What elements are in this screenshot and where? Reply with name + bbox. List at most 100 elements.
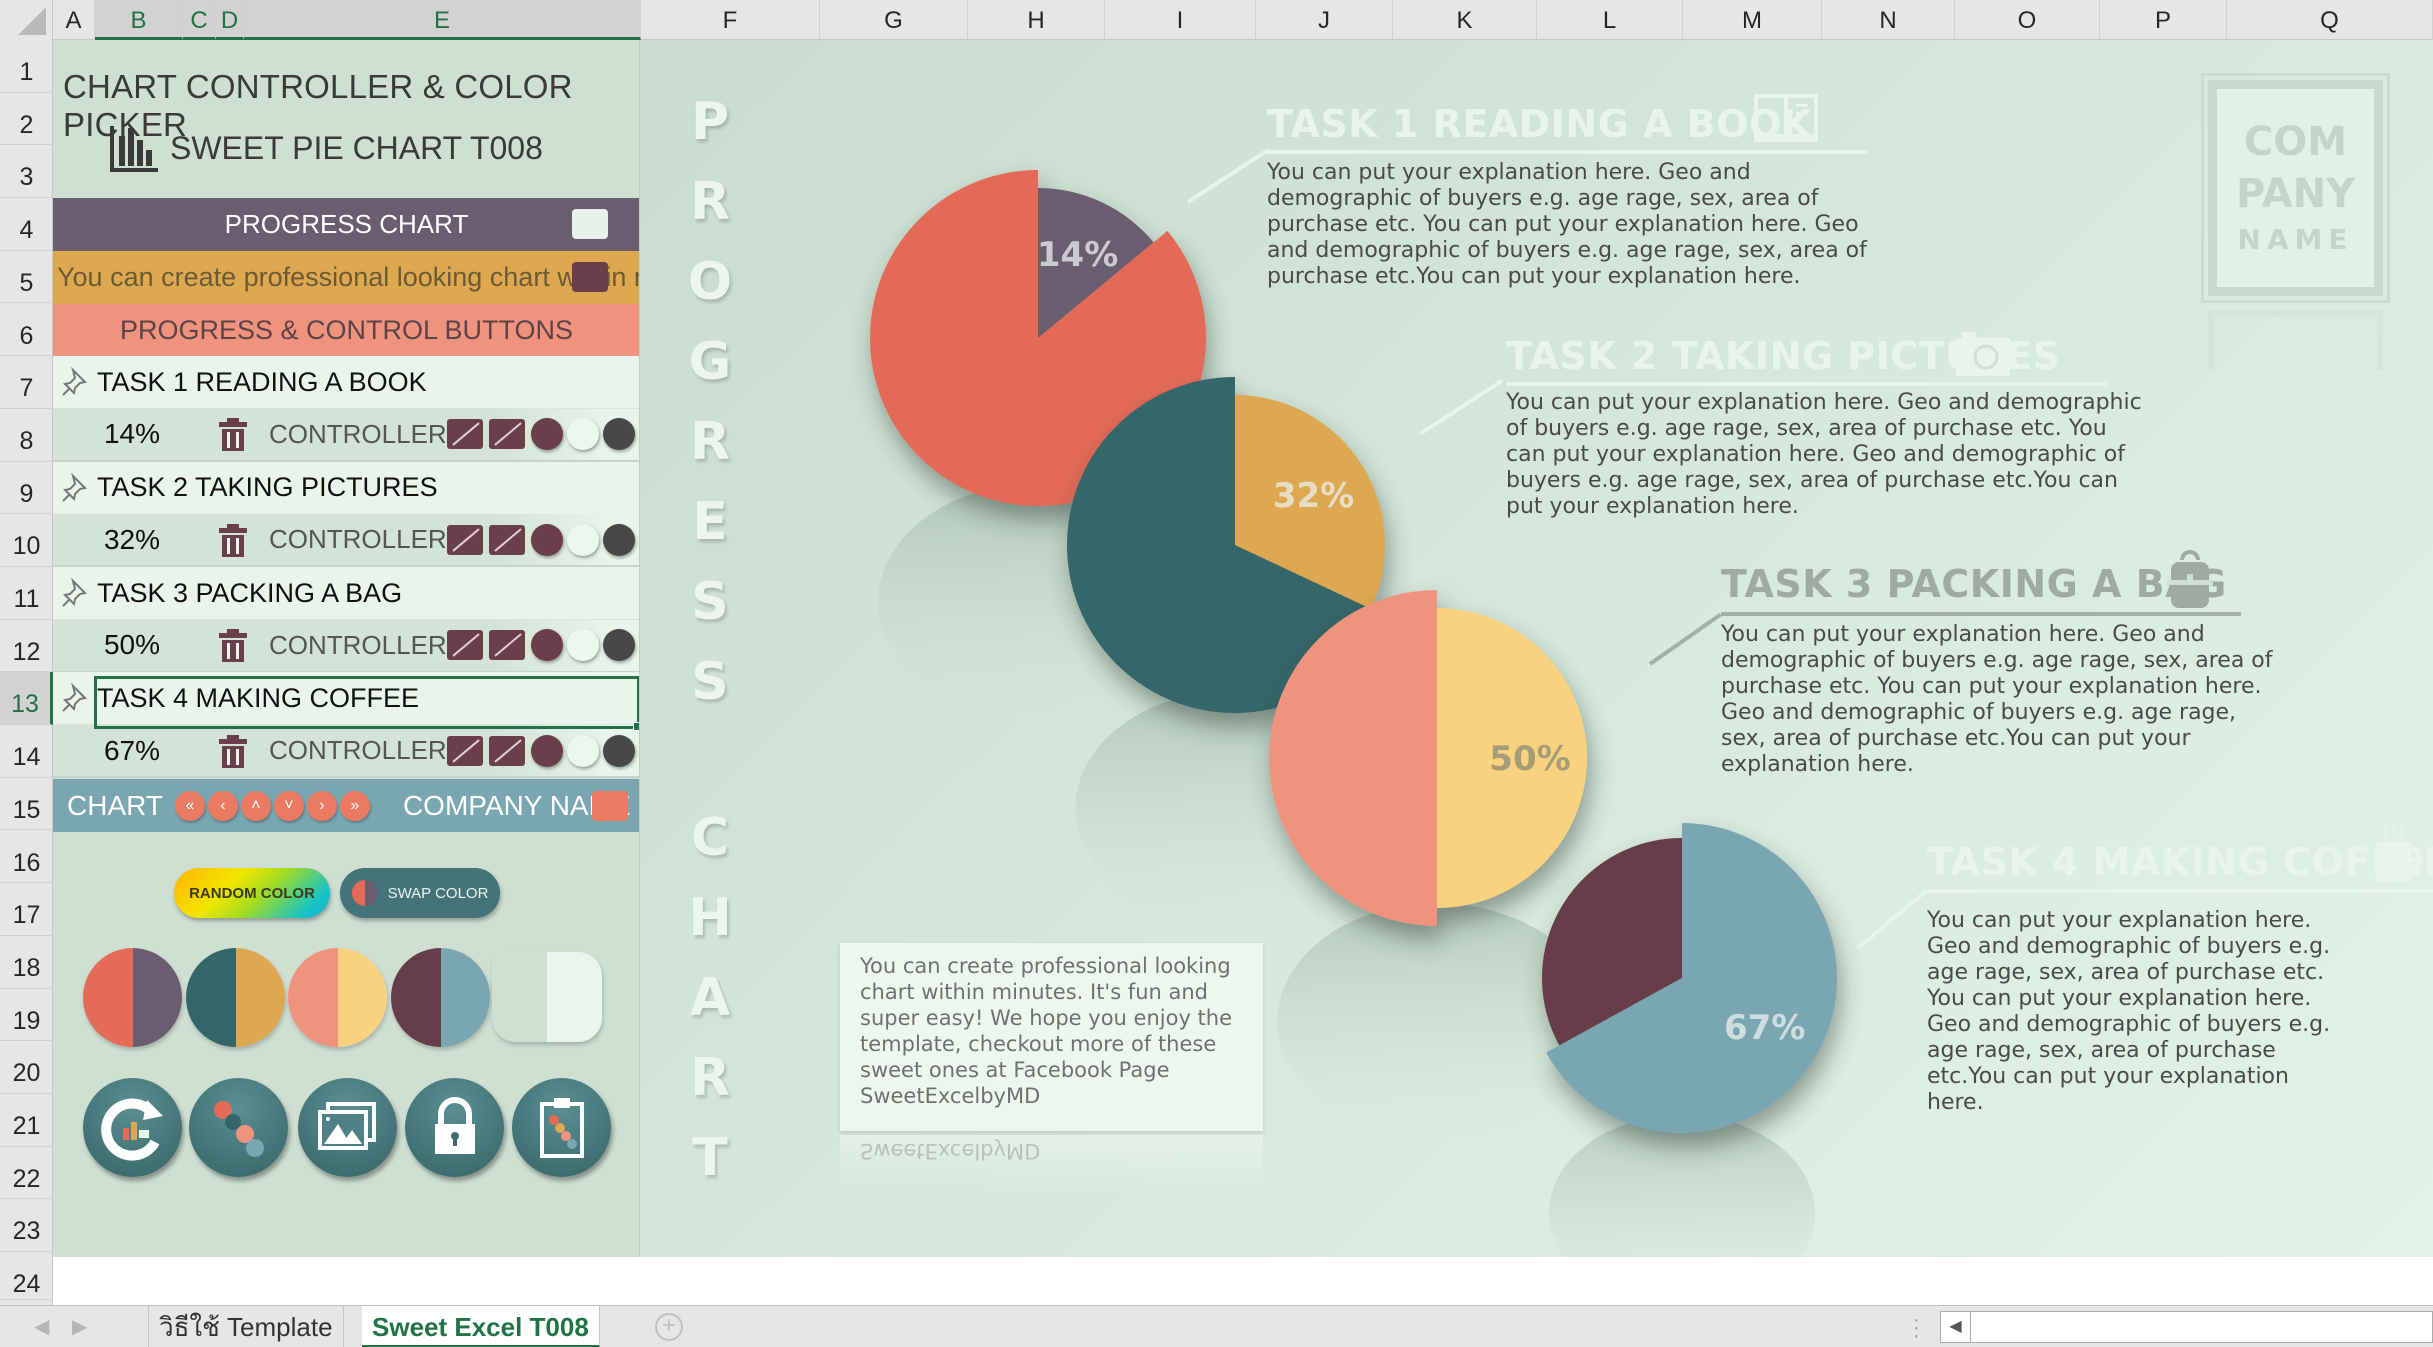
column-header-H[interactable]: H	[968, 0, 1105, 40]
trash-icon[interactable]	[215, 416, 251, 452]
edit-info-button[interactable]	[531, 629, 563, 662]
row-header-15[interactable]: 15	[0, 778, 53, 831]
pie-chart-4[interactable]	[1542, 823, 1838, 1133]
horizontal-scrollbar[interactable]: ◀	[1940, 1311, 2433, 1343]
swatch-right-color[interactable]	[547, 952, 602, 1042]
edit-comment-button[interactable]	[489, 735, 525, 766]
worksheet-grid[interactable]: CHART CONTROLLER & COLOR PICKER SWEET PI…	[53, 40, 2433, 1305]
row-header-13[interactable]: 13	[0, 672, 53, 726]
first-chart-button[interactable]: «	[174, 790, 205, 821]
task-name-row[interactable]: TASK 3 PACKING A BAG	[53, 567, 639, 620]
scroll-tabs-right-icon[interactable]: ▶	[72, 1314, 87, 1339]
edit-title-icon[interactable]	[572, 209, 608, 239]
color-swatch[interactable]	[492, 952, 602, 1042]
task-percent-cell[interactable]: 32%	[53, 524, 211, 556]
column-header-E[interactable]: E	[244, 0, 641, 40]
row-header-6[interactable]: 6	[0, 304, 53, 357]
refresh-chart-button[interactable]	[83, 1078, 182, 1177]
swatch-left-color[interactable]	[391, 948, 441, 1047]
edit-label-button[interactable]	[447, 419, 483, 450]
light-style-button[interactable]	[567, 734, 599, 767]
row-header-7[interactable]: 7	[0, 356, 53, 409]
column-header-Q[interactable]: Q	[2227, 0, 2433, 40]
dark-style-button[interactable]	[603, 418, 635, 451]
move-up-button[interactable]: ˄	[240, 790, 271, 821]
tab-split-handle[interactable]: · · ·	[1913, 1310, 1920, 1346]
row-header-16[interactable]: 16	[0, 831, 53, 884]
column-header-M[interactable]: M	[1683, 0, 1822, 40]
color-swatch[interactable]	[391, 948, 490, 1047]
sheet-tab-sweet-excel[interactable]: Sweet Excel T008	[362, 1306, 600, 1347]
row-header-19[interactable]: 19	[0, 989, 53, 1042]
column-header-J[interactable]: J	[1256, 0, 1393, 40]
row-header-3[interactable]: 3	[0, 145, 53, 199]
row-header-11[interactable]: 11	[0, 567, 53, 620]
light-style-button[interactable]	[567, 629, 599, 662]
dark-style-button[interactable]	[603, 523, 635, 556]
next-chart-button[interactable]: ›	[306, 790, 337, 821]
color-swatch[interactable]	[288, 948, 387, 1047]
export-picture-button[interactable]	[298, 1078, 397, 1177]
column-header-P[interactable]: P	[2100, 0, 2227, 40]
column-header-K[interactable]: K	[1393, 0, 1537, 40]
row-header-4[interactable]: 4	[0, 198, 53, 251]
row-header-20[interactable]: 20	[0, 1041, 53, 1094]
column-header-L[interactable]: L	[1537, 0, 1683, 40]
row-header-9[interactable]: 9	[0, 462, 53, 515]
dark-style-button[interactable]	[603, 629, 635, 662]
move-down-button[interactable]: ˅	[273, 790, 304, 821]
column-header-D[interactable]: D	[216, 0, 244, 40]
edit-company-icon[interactable]	[592, 791, 628, 821]
row-header-24[interactable]: 24	[0, 1252, 53, 1301]
previous-chart-button[interactable]: ‹	[207, 790, 238, 821]
row-header-17[interactable]: 17	[0, 883, 53, 936]
row-header-14[interactable]: 14	[0, 725, 53, 778]
dark-style-button[interactable]	[603, 734, 635, 767]
edit-label-button[interactable]	[447, 524, 483, 555]
edit-comment-button[interactable]	[489, 419, 525, 450]
task-name-row[interactable]: TASK 4 MAKING COFFEE	[53, 672, 639, 726]
color-swatch[interactable]	[83, 948, 182, 1047]
scroll-tabs-left-icon[interactable]: ◀	[34, 1314, 49, 1339]
column-header-O[interactable]: O	[1955, 0, 2100, 40]
light-style-button[interactable]	[567, 523, 599, 556]
row-header-12[interactable]: 12	[0, 620, 53, 673]
swatch-right-color[interactable]	[337, 948, 387, 1047]
row-header-21[interactable]: 21	[0, 1094, 53, 1147]
row-header-2[interactable]: 2	[0, 93, 53, 146]
column-header-G[interactable]: G	[820, 0, 968, 40]
swatch-left-color[interactable]	[83, 948, 133, 1047]
color-swatch[interactable]	[186, 948, 285, 1047]
edit-label-button[interactable]	[447, 735, 483, 766]
column-header-A[interactable]: A	[53, 0, 95, 40]
row-header-22[interactable]: 22	[0, 1147, 53, 1200]
random-color-button[interactable]: RANDOM COLOR	[174, 868, 330, 918]
trash-icon[interactable]	[215, 627, 251, 663]
swatch-right-color[interactable]	[132, 948, 182, 1047]
task-percent-cell[interactable]: 50%	[53, 629, 211, 661]
select-all-button[interactable]	[0, 0, 53, 40]
row-header-18[interactable]: 18	[0, 936, 53, 989]
edit-description-icon[interactable]	[572, 262, 608, 292]
column-header-B[interactable]: B	[95, 0, 183, 40]
task-percent-cell[interactable]: 67%	[53, 735, 211, 767]
swatch-left-color[interactable]	[288, 948, 338, 1047]
task-name-row[interactable]: TASK 1 READING A BOOK	[53, 356, 639, 410]
swatch-left-color[interactable]	[492, 952, 547, 1042]
row-header-10[interactable]: 10	[0, 514, 53, 567]
swatch-left-color[interactable]	[186, 948, 236, 1047]
column-header-N[interactable]: N	[1822, 0, 1955, 40]
edit-info-button[interactable]	[531, 418, 563, 451]
swatch-right-color[interactable]	[235, 948, 285, 1047]
last-chart-button[interactable]: »	[339, 790, 370, 821]
edit-info-button[interactable]	[531, 734, 563, 767]
row-header-8[interactable]: 8	[0, 409, 53, 462]
column-header-I[interactable]: I	[1105, 0, 1256, 40]
task-name-row[interactable]: TASK 2 TAKING PICTURES	[53, 461, 639, 515]
row-header-5[interactable]: 5	[0, 251, 53, 304]
info-note-box[interactable]: You can create professional looking char…	[840, 943, 1263, 1131]
clipboard-button[interactable]	[512, 1078, 611, 1177]
row-header-23[interactable]: 23	[0, 1199, 53, 1253]
task-percent-cell[interactable]: 14%	[53, 418, 211, 450]
light-style-button[interactable]	[567, 418, 599, 451]
